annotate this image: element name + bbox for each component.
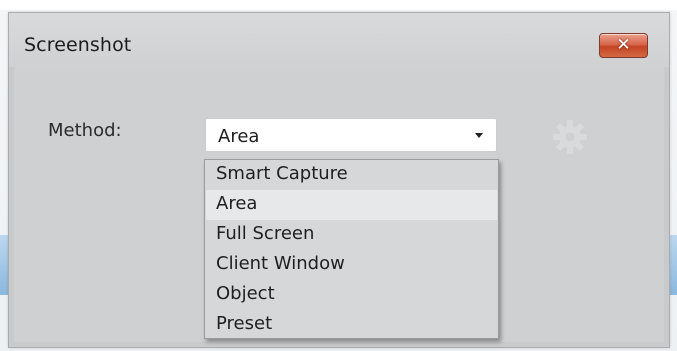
method-select-value: Area: [218, 126, 260, 147]
method-label: Method:: [48, 120, 122, 141]
dropdown-option-client-window[interactable]: Client Window: [206, 250, 497, 280]
chevron-down-icon[interactable]: [475, 133, 483, 138]
title-bar[interactable]: Screenshot ✕: [9, 13, 669, 67]
dropdown-option-object[interactable]: Object: [206, 280, 497, 310]
screenshot-dialog: Screenshot ✕ Method: Area Smart Capture …: [8, 12, 670, 348]
close-icon: ✕: [616, 35, 631, 55]
method-select[interactable]: Area: [205, 118, 497, 152]
gear-icon[interactable]: [550, 117, 590, 157]
method-dropdown-list: Smart Capture Area Full Screen Client Wi…: [204, 159, 499, 339]
dialog-content: Method: Area Smart Capture Area Full Scr…: [14, 67, 664, 342]
window-title: Screenshot: [24, 34, 132, 56]
close-button[interactable]: ✕: [599, 33, 648, 58]
desktop-background: Screenshot ✕ Method: Area Smart Capture …: [0, 0, 677, 351]
dropdown-option-area[interactable]: Area: [206, 190, 497, 220]
dropdown-option-smart-capture[interactable]: Smart Capture: [206, 160, 497, 190]
dropdown-option-full-screen[interactable]: Full Screen: [206, 220, 497, 250]
dropdown-option-preset[interactable]: Preset: [206, 310, 497, 340]
